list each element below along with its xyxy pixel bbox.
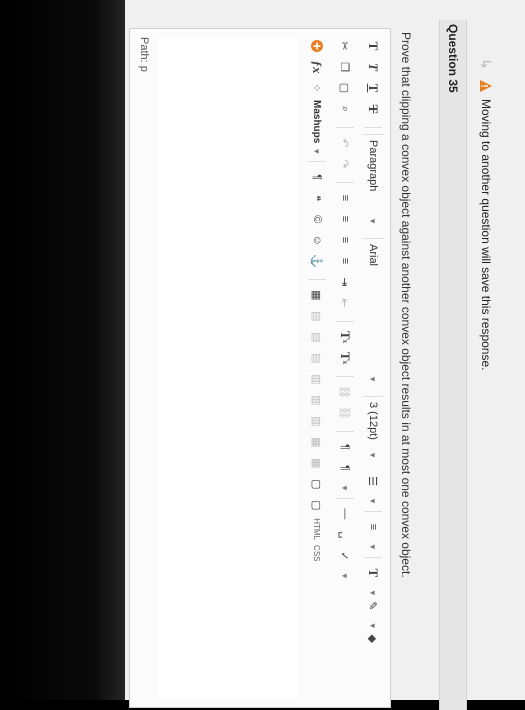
table-col-before-icon[interactable]: ▥ — [307, 370, 327, 388]
toolbar-separator — [308, 161, 326, 163]
html-source-button[interactable]: HTML — [307, 517, 327, 541]
save-warning-text: Moving to another question will save thi… — [479, 99, 493, 371]
toolbar-separator — [336, 431, 354, 432]
eraser-icon[interactable]: ◆ — [363, 630, 383, 648]
find-icon[interactable]: ⌕ — [335, 100, 355, 118]
paste-icon[interactable]: ▢ — [335, 79, 355, 97]
paragraph-format-select[interactable]: Paragraph ▼ — [363, 134, 383, 230]
chevron-down-icon[interactable]: ▼ — [341, 572, 350, 580]
superscript-button[interactable]: Tx — [335, 328, 355, 346]
question-prompt: Prove that clipping a convex object agai… — [399, 32, 413, 578]
toolbar-separator — [336, 497, 354, 499]
preview-icon[interactable]: ▢ — [307, 496, 327, 514]
table-split-cells-icon[interactable]: ▦ — [307, 433, 327, 451]
horizontal-rule-icon[interactable]: — — [335, 505, 355, 523]
outdent-icon[interactable]: ⇤ — [335, 294, 355, 312]
undo-icon[interactable]: ↶ — [335, 134, 355, 152]
css-button[interactable]: CSS — [307, 544, 327, 562]
element-path: Path: p — [138, 37, 150, 72]
bold-button[interactable]: T — [363, 37, 383, 55]
font-size-value: 3 (12pt) — [367, 402, 379, 440]
table-row-before-icon[interactable]: ▤ — [307, 307, 327, 325]
strikethrough-button[interactable]: T — [363, 100, 383, 118]
superscript-label: T — [338, 330, 353, 340]
align-center-icon[interactable]: ≡ — [335, 210, 355, 228]
chevron-down-icon[interactable]: ▼ — [341, 484, 350, 492]
toolbar-separator — [308, 279, 326, 281]
unlink-icon[interactable]: ⛓ — [335, 404, 355, 422]
chevron-down-icon[interactable]: ▼ — [369, 497, 378, 505]
align-left-icon[interactable]: ≡ — [335, 189, 355, 207]
anchor-icon[interactable]: ⚓ — [307, 252, 327, 270]
bullet-list-icon[interactable]: ☰ — [363, 472, 383, 490]
text-color-button[interactable]: T — [363, 564, 383, 582]
toolbar-separator — [336, 376, 354, 377]
align-right-icon[interactable]: ≡ — [335, 231, 355, 249]
font-size-select[interactable]: 3 (12pt) ▼ — [363, 396, 383, 464]
copy-icon[interactable]: ❐ — [335, 58, 355, 76]
chevron-down-icon: ▼ — [368, 375, 378, 383]
link-icon[interactable]: ⛓ — [335, 383, 355, 401]
toolbar-row-2: ✂ ❐ ▢ ⌕ ↶ ↷ ≡ ≡ ≡ ≡ ⇥ ⇤ Tx Tx ⛓ ⛓ ¶ ¶ ▼ … — [332, 37, 358, 580]
photo-background: ↳ Moving to another question will save t… — [0, 0, 525, 710]
table-row-after-icon[interactable]: ▤ — [307, 328, 327, 346]
copyright-icon[interactable]: © — [307, 210, 327, 228]
warning-icon — [479, 79, 493, 93]
save-warning: ↳ Moving to another question will save t… — [477, 55, 495, 370]
toolbar-separator — [336, 182, 354, 183]
chevron-down-icon: ▼ — [368, 217, 378, 225]
italic-button[interactable]: T — [363, 58, 383, 76]
insert-table-icon[interactable]: ▦ — [307, 286, 327, 304]
toolbar-separator — [364, 127, 382, 128]
align-justify-icon[interactable]: ≡ — [335, 252, 355, 270]
ltr-paragraph-icon[interactable]: ¶ — [335, 438, 355, 456]
spellcheck-icon[interactable]: ✓ — [335, 547, 355, 565]
mashups-menu-label[interactable]: Mashups — [312, 100, 323, 143]
toolbar-separator — [336, 127, 354, 128]
fullscreen-icon[interactable]: ▢ — [307, 475, 327, 493]
redo-icon[interactable]: ↷ — [335, 155, 355, 173]
font-family-select[interactable]: Arial ▼ — [363, 238, 383, 388]
paragraph-mark-icon[interactable]: ¶ — [307, 168, 327, 186]
table-merge-cells-icon[interactable]: ▦ — [307, 454, 327, 472]
chevron-down-icon[interactable]: ▼ — [369, 622, 378, 630]
chevron-down-icon[interactable]: ▼ — [313, 147, 322, 155]
toolbar-separator — [364, 510, 382, 512]
indent-icon[interactable]: ⇥ — [335, 273, 355, 291]
add-content-icon[interactable] — [307, 37, 327, 55]
subscript-label: T — [338, 351, 353, 361]
toolbar-row-1: T T T T Paragraph ▼ Arial ▼ 3 (12pt) ▼ ☰ — [360, 37, 386, 651]
chevron-down-icon: ▼ — [368, 451, 378, 459]
chevron-down-icon[interactable]: ▼ — [369, 543, 378, 551]
mashups-icon[interactable]: ⁘ — [307, 79, 327, 97]
table-col-after-icon[interactable]: ▥ — [307, 391, 327, 409]
toolbar-row-3: ƒx ⁘ Mashups ▼ ¶ ❝ © ☺ ⚓ ▦ ▤ ▤ ▤ ▥ ▥ ▥ ▦… — [304, 37, 330, 566]
table-delete-row-icon[interactable]: ▤ — [307, 349, 327, 367]
cut-icon[interactable]: ✂ — [335, 37, 355, 55]
emoticon-icon[interactable]: ☺ — [307, 231, 327, 249]
rich-text-editor: T T T T Paragraph ▼ Arial ▼ 3 (12pt) ▼ ☰ — [129, 28, 391, 708]
toolbar-separator — [364, 556, 382, 558]
highlight-pen-icon[interactable]: ✎ — [363, 597, 383, 615]
return-arrow-icon: ↳ — [478, 58, 495, 70]
paragraph-format-value: Paragraph — [367, 140, 379, 192]
subscript-button[interactable]: Tx — [335, 349, 355, 367]
chevron-down-icon[interactable]: ▼ — [369, 589, 378, 597]
rtl-paragraph-icon[interactable]: ¶ — [335, 459, 355, 477]
table-delete-col-icon[interactable]: ▥ — [307, 412, 327, 430]
question-title: Question 35 — [446, 24, 460, 93]
blockquote-icon[interactable]: ❝ — [307, 189, 327, 207]
numbered-list-icon[interactable]: ≡ — [363, 518, 383, 536]
math-formula-icon[interactable]: ƒx — [307, 58, 327, 76]
nonbreaking-space-icon[interactable]: ␣ — [335, 526, 355, 544]
font-family-value: Arial — [367, 244, 379, 267]
underline-button[interactable]: T — [363, 79, 383, 97]
answer-text-area[interactable] — [158, 37, 298, 699]
question-header: Question 35 — [439, 20, 467, 710]
toolbar-separator — [336, 321, 354, 322]
assessment-page: ↳ Moving to another question will save t… — [125, 0, 525, 710]
